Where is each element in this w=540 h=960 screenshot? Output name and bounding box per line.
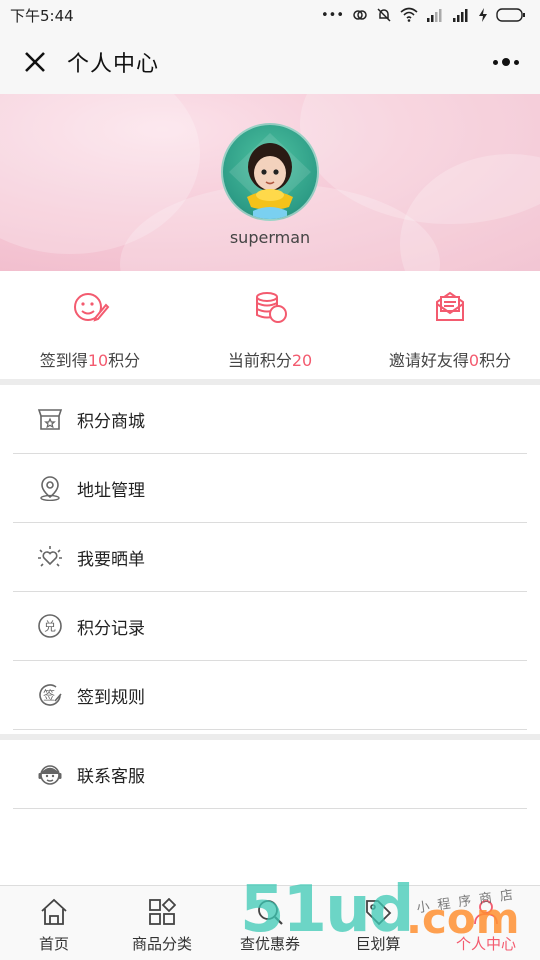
tab-home[interactable]: 首页 (0, 886, 108, 960)
mail-icon (436, 291, 464, 321)
location-icon (40, 476, 60, 501)
menu-group-main: 积分商城 地址管理 我要晒单 兑 积分记录 签 签到规则 (13, 385, 527, 730)
sign-in-label: 签到得10积分 (40, 347, 140, 371)
charging-icon (479, 8, 487, 22)
stat-text: 邀请好友得 (388, 351, 469, 370)
stat-text: 签到得 (39, 351, 88, 370)
stat-text: 积分 (108, 351, 141, 370)
tab-label: 个人中心 (455, 935, 516, 953)
current-points-label: 当前积分20 (228, 347, 312, 371)
more-dot-icon (493, 59, 498, 65)
menu-label: 积分记录 (77, 618, 145, 639)
tab-label: 商品分类 (131, 935, 192, 953)
more-dots-icon: ••• (320, 7, 344, 23)
page-title: 个人中心 (67, 52, 160, 77)
menu-item-address[interactable]: 地址管理 (13, 454, 527, 523)
menu-label: 签到规则 (77, 687, 145, 708)
battery-icon (496, 8, 525, 22)
stat-number: 20 (291, 351, 313, 370)
sun-heart-icon (38, 546, 62, 567)
status-bar: 下午5:44 ••• (0, 0, 540, 30)
stat-text: 当前积分 (227, 351, 292, 370)
tab-profile[interactable]: 个人中心 (432, 886, 540, 960)
status-time: 下午5:44 (10, 6, 74, 25)
svg-text:签: 签 (43, 688, 55, 703)
category-icon (149, 898, 176, 925)
smile-pen-icon (74, 293, 110, 322)
avatar[interactable] (221, 123, 319, 221)
home-icon (41, 898, 67, 925)
tag-icon (366, 900, 392, 926)
invite-friends-stat[interactable]: 邀请好友得0积分 (360, 271, 540, 379)
close-icon (25, 52, 45, 72)
stat-number: 10 (87, 351, 109, 370)
more-dot-icon (502, 58, 510, 66)
user-icon (474, 900, 498, 925)
stat-number: 0 (468, 351, 480, 370)
service-icon (38, 765, 62, 785)
menu-item-customer-service[interactable]: 联系客服 (13, 740, 527, 809)
points-stats: 签到得10积分 当前积分20 邀请好友得0积分 (0, 271, 540, 379)
tab-category[interactable]: 商品分类 (108, 886, 216, 960)
shop-icon (37, 409, 63, 430)
sign-icon: 签 (39, 684, 62, 706)
stat-text: 积分 (479, 351, 512, 370)
search-icon (258, 900, 283, 925)
tab-label: 巨划算 (355, 935, 401, 953)
tab-bargain[interactable]: 巨划算 (324, 886, 432, 960)
signal-icon-2 (453, 9, 468, 22)
navigation-bar: 个人中心 (0, 30, 540, 94)
profile-banner: superman (0, 94, 540, 271)
tab-label: 首页 (38, 935, 69, 953)
menu-group-service: 联系客服 (13, 740, 527, 809)
svg-text:兑: 兑 (44, 620, 56, 634)
menu-item-sign-rules[interactable]: 签 签到规则 (13, 661, 527, 730)
coins-icon (256, 292, 287, 323)
invite-friends-label: 邀请好友得0积分 (389, 347, 511, 371)
mute-icon (377, 8, 391, 22)
menu-item-points-mall[interactable]: 积分商城 (13, 385, 527, 454)
signal-icon-1 (427, 9, 442, 22)
avatar-illustration (229, 133, 311, 219)
menu-item-share-order[interactable]: 我要晒单 (13, 523, 527, 592)
username: superman (229, 228, 311, 247)
status-icons: ••• (321, 7, 526, 23)
menu-label: 积分商城 (77, 411, 145, 432)
current-points-stat[interactable]: 当前积分20 (180, 271, 360, 379)
exchange-icon: 兑 (38, 614, 62, 638)
menu-label: 我要晒单 (77, 549, 145, 570)
more-dot-icon (514, 59, 519, 65)
tab-label: 查优惠券 (239, 935, 300, 953)
tab-coupons[interactable]: 查优惠券 (216, 886, 324, 960)
menu-label: 地址管理 (77, 480, 145, 501)
menu-item-points-record[interactable]: 兑 积分记录 (13, 592, 527, 661)
wifi-icon (400, 7, 418, 22)
tab-bar: 首页 商品分类 查优惠券 巨划算 个人中心 (0, 885, 540, 960)
sync-icon (353, 10, 367, 20)
menu-label: 联系客服 (77, 766, 145, 787)
close-button[interactable] (17, 44, 53, 80)
more-button[interactable] (488, 50, 524, 74)
sign-in-stat[interactable]: 签到得10积分 (0, 271, 180, 379)
